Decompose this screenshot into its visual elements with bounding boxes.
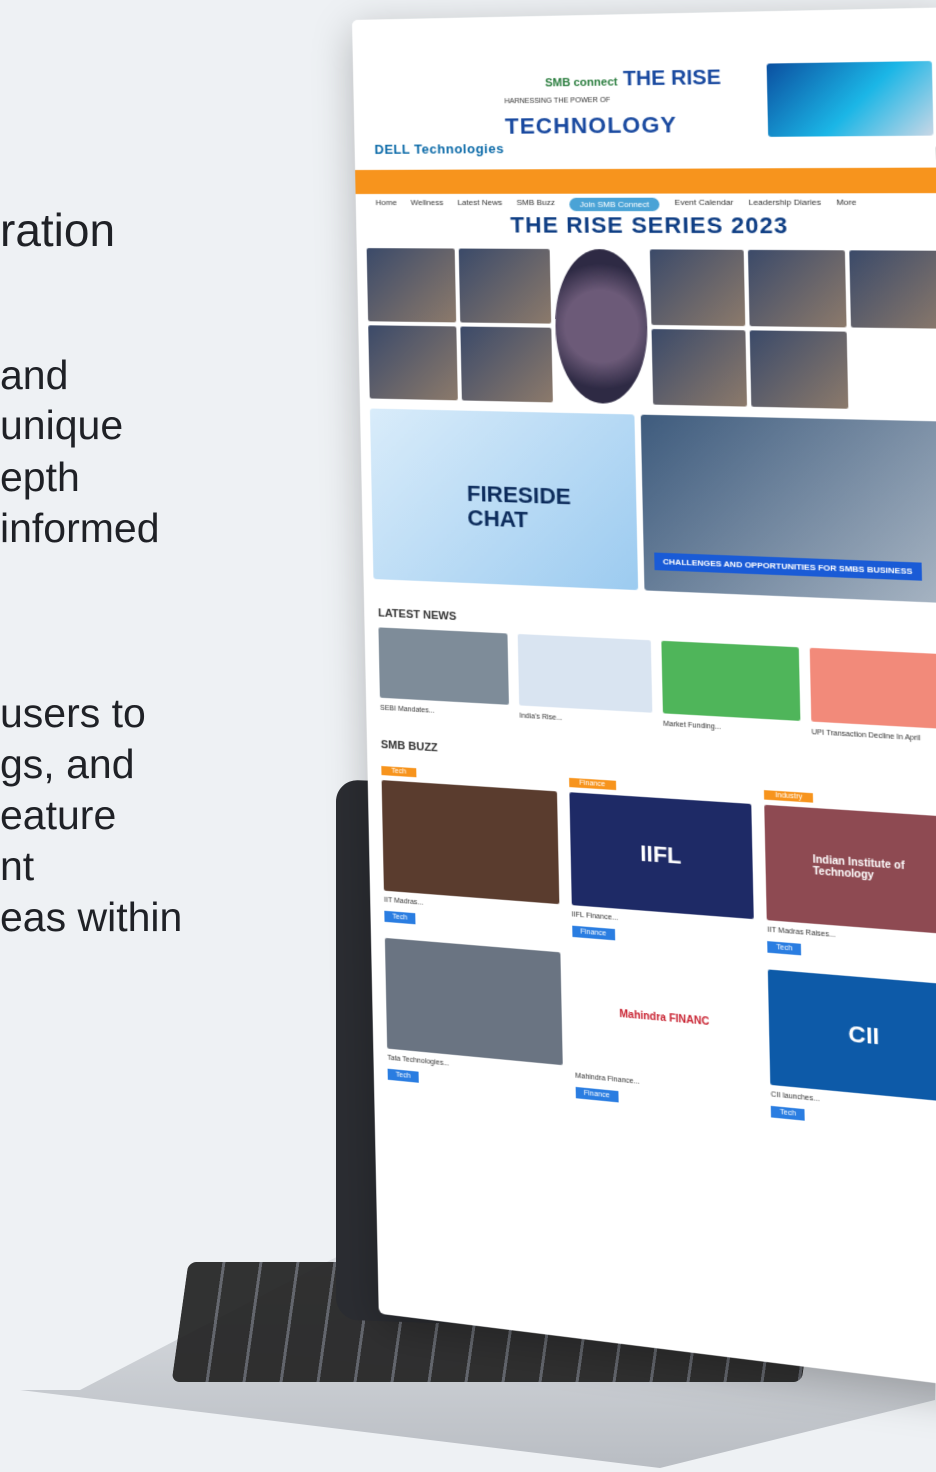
- buzz-item[interactable]: Tata Technologies... Tech: [384, 935, 563, 1098]
- site-header: SMB connect THE RISE HARNESSING THE POWE…: [352, 7, 936, 212]
- thumbnail-label: Mahindra FINANC: [619, 1008, 710, 1028]
- panel-label: CHALLENGES AND OPPORTUNITIES FOR SMBS BU…: [654, 552, 922, 581]
- category-button[interactable]: Tech: [387, 1068, 419, 1083]
- event-photo[interactable]: [460, 326, 553, 403]
- event-photo[interactable]: [750, 330, 848, 409]
- event-photo[interactable]: [651, 329, 748, 407]
- news-thumbnail[interactable]: [378, 627, 509, 705]
- body-line: gs, and: [0, 741, 135, 787]
- body-line: eas within: [0, 894, 183, 940]
- buzz-item[interactable]: Finance IIFL IIFL Finance... Finance: [568, 771, 755, 953]
- news-caption[interactable]: UPI Transaction Decline In April: [811, 728, 936, 746]
- category-tag[interactable]: Finance: [568, 777, 616, 791]
- category-button[interactable]: Tech: [384, 910, 416, 925]
- nav-item[interactable]: Event Calendar: [674, 198, 733, 212]
- buzz-thumbnail[interactable]: Mahindra FINANC: [572, 953, 758, 1084]
- heading-fragment: ration: [0, 204, 116, 256]
- event-photo[interactable]: [848, 250, 936, 329]
- category-button[interactable]: Tech: [767, 941, 802, 956]
- nav-item[interactable]: Home: [375, 198, 397, 211]
- event-photo-collage: [357, 248, 936, 411]
- event-photo[interactable]: [748, 249, 847, 328]
- body-line: epth: [0, 454, 80, 500]
- body-line: nt: [0, 843, 35, 889]
- news-thumbnail[interactable]: [661, 640, 801, 721]
- main-nav: Home Wellness Latest News SMB Buzz Join …: [375, 198, 856, 212]
- buzz-thumbnail[interactable]: [381, 780, 560, 905]
- panel-discussion-banner[interactable]: CHALLENGES AND OPPORTUNITIES FOR SMBS BU…: [640, 414, 936, 604]
- category-tag[interactable]: Tech: [381, 766, 417, 778]
- nav-item[interactable]: More: [836, 198, 856, 212]
- nav-item[interactable]: Latest News: [457, 198, 502, 211]
- body-line: eature: [0, 792, 117, 838]
- buzz-thumbnail[interactable]: IIFL: [569, 792, 755, 920]
- category-tag[interactable]: Industry: [764, 790, 814, 803]
- buzz-thumbnail[interactable]: [384, 937, 563, 1066]
- buzz-item[interactable]: Mahindra FINANC Mahindra Finance... Financ…: [572, 950, 758, 1117]
- rise-series-title: THE RISE SERIES 2023: [510, 212, 789, 239]
- event-photo[interactable]: [368, 325, 459, 401]
- buzz-item[interactable]: Tech IIT Madras... Tech: [381, 759, 560, 937]
- tagline: HARNESSING THE POWER OF: [504, 96, 611, 106]
- news-item[interactable]: Market Funding...: [661, 640, 801, 737]
- news-thumbnail[interactable]: [517, 633, 653, 713]
- event-photo[interactable]: [459, 248, 551, 324]
- category-button[interactable]: Finance: [571, 925, 615, 941]
- promo-banners: FIRESIDE CHAT CHALLENGES AND OPPORTUNITI…: [360, 398, 936, 614]
- event-photo[interactable]: [366, 248, 457, 323]
- news-thumbnail[interactable]: [809, 647, 936, 730]
- the-rise-logo[interactable]: THE RISE: [623, 66, 721, 91]
- fireside-chat-banner[interactable]: FIRESIDE CHAT: [369, 408, 639, 591]
- event-photo[interactable]: [649, 249, 746, 327]
- thumbnail-label: Indian Institute of Technology: [812, 854, 905, 882]
- body-line: and: [0, 352, 69, 398]
- smb-buzz-section: SMB BUZZ Tech IIT Madras... Tech Finance IIF…: [366, 720, 936, 1147]
- join-button[interactable]: Join SMB Connect: [569, 197, 660, 212]
- buzz-grid: Tech IIT Madras... Tech Finance IIFL IIFL Fin…: [381, 759, 936, 1137]
- buzz-item[interactable]: CII CII launches... Tech: [768, 966, 936, 1137]
- technology-title: TECHNOLOGY: [504, 111, 678, 139]
- header-banner-image: [766, 60, 934, 137]
- category-button[interactable]: Finance: [575, 1086, 619, 1103]
- thumbnail-label: CII: [848, 1020, 880, 1050]
- body-line: unique: [0, 402, 124, 448]
- news-caption[interactable]: SEBI Mandates...: [380, 704, 509, 720]
- event-photo-featured[interactable]: [553, 248, 649, 405]
- nav-item[interactable]: SMB Buzz: [516, 198, 555, 211]
- buzz-thumbnail[interactable]: Indian Institute of Technology: [764, 804, 936, 935]
- nav-item[interactable]: Wellness: [411, 198, 444, 211]
- buzz-thumbnail[interactable]: CII: [768, 969, 936, 1103]
- thumbnail-label: IIFL: [639, 840, 682, 869]
- buzz-item[interactable]: Industry Indian Institute of Technology II…: [764, 783, 936, 969]
- category-button[interactable]: Tech: [771, 1105, 805, 1121]
- news-item[interactable]: UPI Transaction Decline In April: [809, 647, 936, 746]
- nav-item[interactable]: Leadership Diaries: [748, 198, 821, 212]
- body-line: users to: [0, 690, 146, 736]
- body-line: informed: [0, 505, 160, 551]
- website-screenshot: SMB connect THE RISE HARNESSING THE POWE…: [352, 7, 936, 1390]
- news-item[interactable]: SEBI Mandates...: [378, 627, 509, 720]
- news-ticker[interactable]: [355, 173, 936, 195]
- fireside-chat-label: FIRESIDE CHAT: [466, 480, 572, 533]
- dell-logo[interactable]: DELL Technologies: [374, 141, 504, 157]
- news-caption[interactable]: Market Funding...: [663, 720, 801, 737]
- news-item[interactable]: India's Rise...: [517, 633, 653, 729]
- news-caption[interactable]: India's Rise...: [519, 712, 652, 729]
- smb-connect-logo[interactable]: SMB connect: [545, 76, 618, 89]
